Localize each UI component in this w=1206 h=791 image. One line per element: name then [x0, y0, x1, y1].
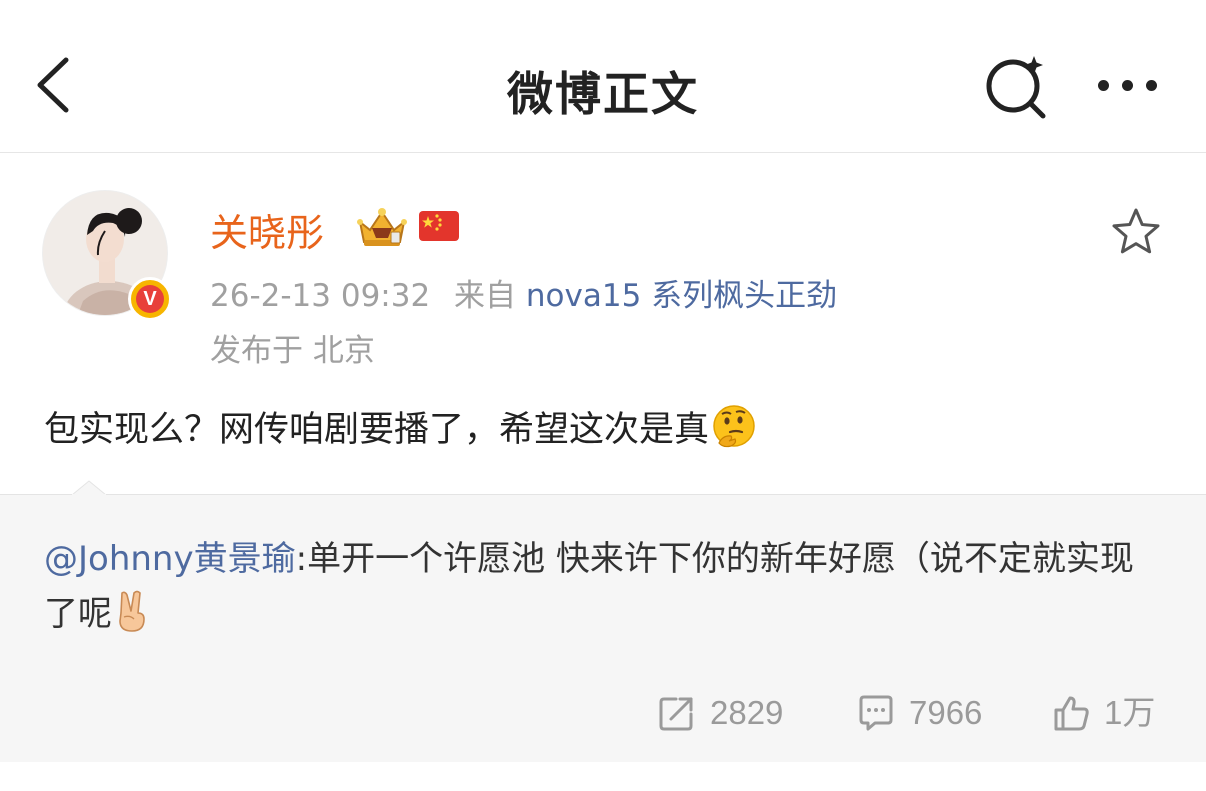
- comment-button[interactable]: 7966: [857, 692, 1007, 734]
- verified-badge-icon: V: [128, 277, 172, 321]
- comment-count: 7966: [909, 694, 983, 731]
- more-icon-dot: [1122, 80, 1133, 91]
- source-prefix: 来自: [454, 278, 517, 314]
- post-location: 发布于 北京: [210, 333, 375, 369]
- author-name[interactable]: 关晓彤: [210, 202, 324, 257]
- post-meta: 26-2-13 09:32 来自 nova15 系列枫头正劲: [210, 270, 837, 315]
- thinking-face-icon: [713, 405, 755, 448]
- repost-icon: [659, 697, 693, 731]
- more-icon-dot: [1146, 80, 1157, 91]
- like-button[interactable]: 1万: [1052, 692, 1172, 734]
- repost-count: 2829: [710, 694, 784, 731]
- like-count: 1万: [1104, 694, 1156, 731]
- search-button[interactable]: [980, 50, 1052, 122]
- repost-mention-link[interactable]: @Johnny黄景瑜: [44, 539, 296, 579]
- crown-icon: [357, 208, 407, 246]
- repost-button[interactable]: 2829: [658, 692, 808, 734]
- post-source-link[interactable]: nova15 系列枫头正劲: [526, 278, 837, 314]
- repost-content: @Johnny黄景瑜:单开一个许愿池 快来许下你的新年好愿（说不定就实现了呢: [44, 532, 1164, 642]
- more-icon: [1098, 80, 1109, 91]
- post-time: 26-2-13 09:32: [210, 278, 431, 314]
- victory-hand-icon: [119, 590, 145, 632]
- star-icon[interactable]: [1110, 206, 1162, 258]
- weibo-post-page: 微博正文 V 关晓彤 26-2-13 09:32 来自 nova15 系列枫头正…: [0, 0, 1206, 791]
- post-text: 包实现么？网传咱剧要播了，希望这次是真: [44, 410, 710, 450]
- search-icon: [986, 56, 1046, 119]
- nav-bar: 微博正文: [0, 0, 1206, 153]
- comment-icon: [859, 695, 893, 731]
- post-content: 包实现么？网传咱剧要播了，希望这次是真: [44, 403, 757, 454]
- repost-notch: [72, 480, 106, 514]
- thumbs-up-icon: [1054, 696, 1089, 731]
- more-button[interactable]: [1092, 66, 1168, 106]
- china-flag-icon: [419, 211, 459, 241]
